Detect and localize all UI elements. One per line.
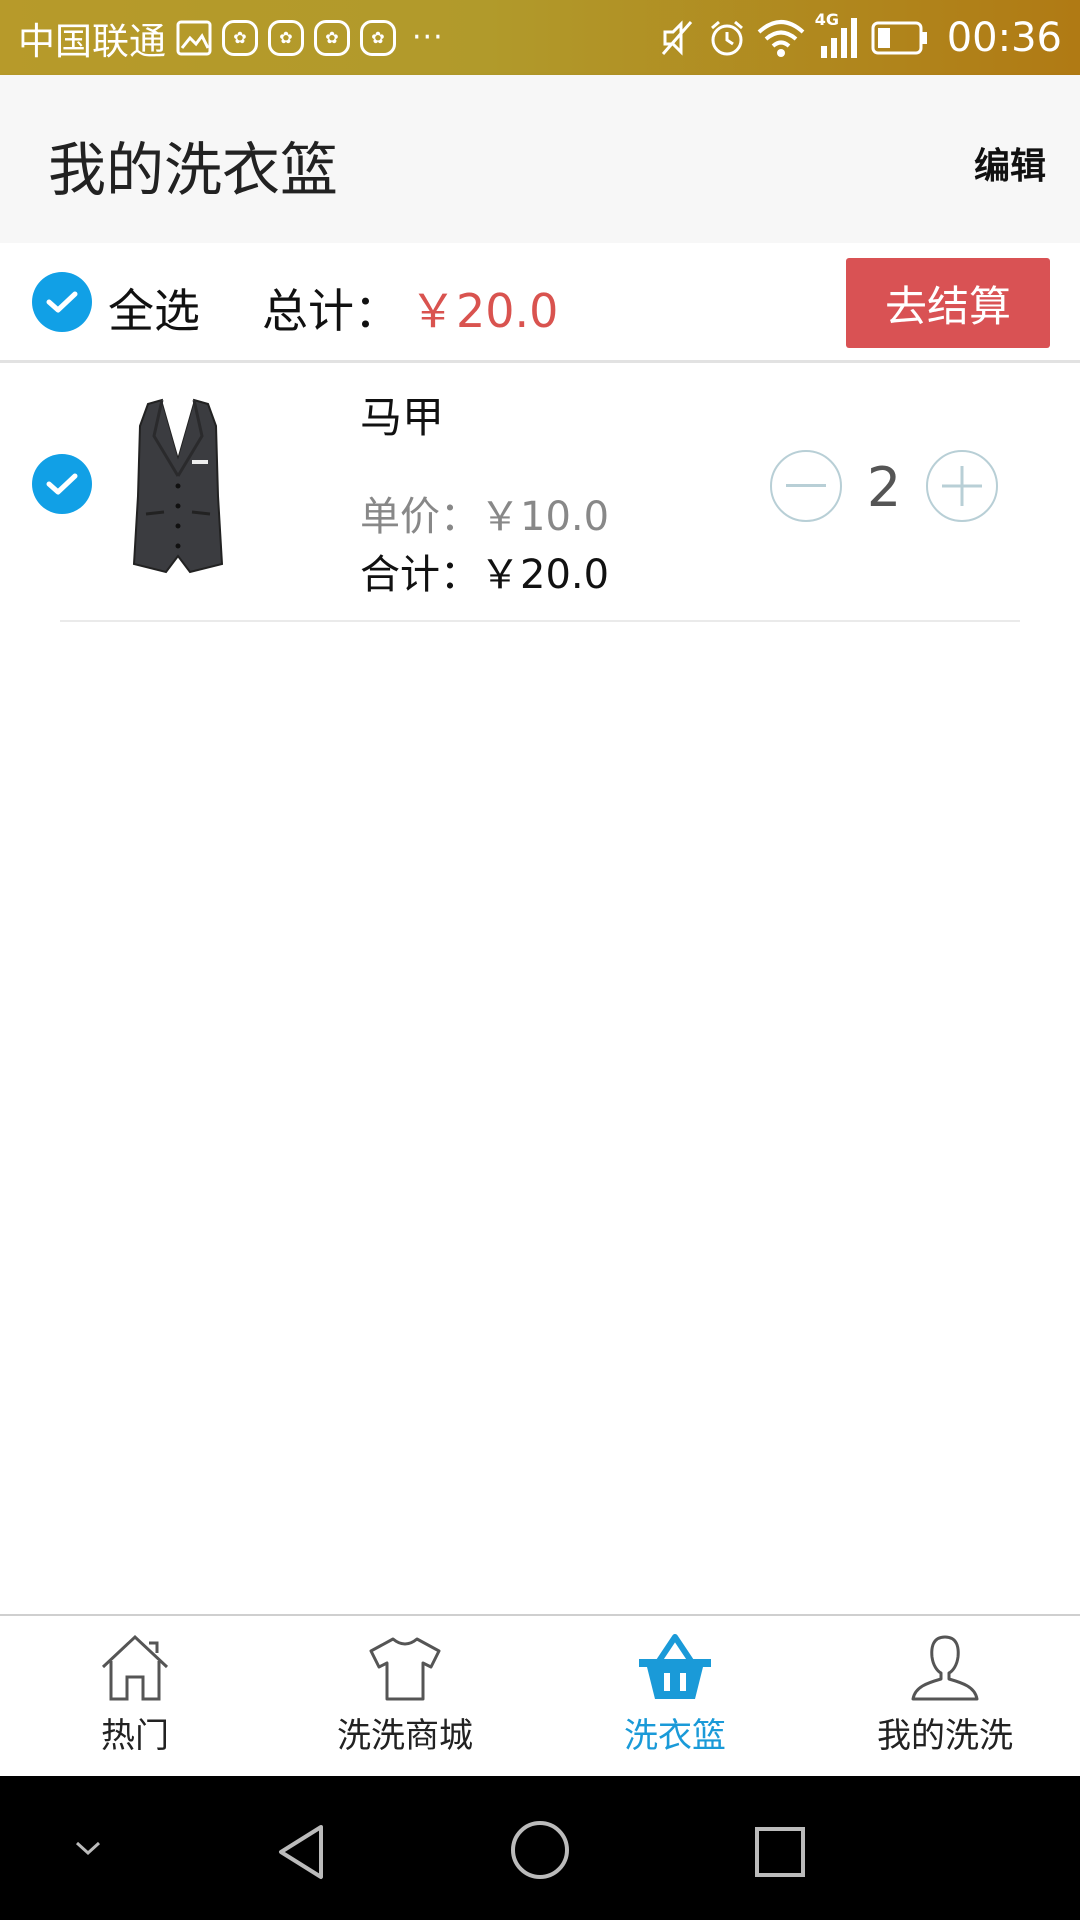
plus-icon	[942, 466, 982, 506]
4g-signal-icon: 4G	[815, 10, 861, 60]
gallery-icon	[176, 20, 212, 56]
total-price: ￥20.0	[410, 284, 559, 338]
alarm-icon	[707, 18, 747, 58]
nav-item-hot[interactable]: 热门	[0, 1616, 270, 1776]
item-checkbox[interactable]	[32, 454, 92, 514]
select-all-label[interactable]: 全选	[108, 275, 200, 341]
vest-image[interactable]	[118, 396, 238, 576]
user-icon	[905, 1632, 985, 1704]
home-circle-icon[interactable]	[508, 1818, 572, 1882]
nav-label: 洗衣篮	[624, 1716, 726, 1756]
status-left: 中国联通 ✿ ✿ ✿ ✿ ···	[18, 11, 444, 65]
basket-icon	[635, 1632, 715, 1704]
quantity-value: 2	[866, 456, 902, 519]
huawei-app-icon: ✿	[314, 19, 350, 56]
nav-item-profile[interactable]: 我的洗洗	[810, 1616, 1080, 1776]
carrier-name: 中国联通	[18, 19, 166, 63]
system-nav-bar	[0, 1776, 1080, 1920]
app-header: 我的洗衣篮 编辑	[0, 75, 1080, 243]
huawei-app-icon: ✿	[222, 19, 258, 56]
cart-summary-bar: 全选 总计： ￥20.0 去结算	[0, 243, 1080, 363]
huawei-app-icon: ✿	[360, 19, 396, 56]
bottom-nav: 热门 洗洗商城 洗衣篮 我的洗洗	[0, 1614, 1080, 1776]
page-title: 我的洗衣篮	[48, 136, 339, 204]
item-name: 马甲	[360, 393, 445, 442]
item-subtotal: 合计：￥20.0	[360, 552, 610, 598]
mute-icon	[657, 18, 697, 58]
home-icon	[95, 1632, 175, 1704]
select-all-checkbox[interactable]	[32, 272, 92, 332]
nav-label: 热门	[101, 1716, 169, 1756]
decrease-quantity-button[interactable]	[770, 450, 842, 522]
item-unit-price: 单价：￥10.0	[360, 494, 610, 540]
network-type-label: 4G	[814, 9, 839, 29]
total-label: 总计：	[262, 284, 400, 338]
status-bar: 中国联通 ✿ ✿ ✿ ✿ ··· 4G 00:36	[0, 0, 1080, 75]
status-time: 00:36	[946, 14, 1062, 61]
checkmark-icon	[46, 473, 78, 495]
checkout-button[interactable]: 去结算	[846, 258, 1050, 348]
status-right: 4G 00:36	[657, 10, 1062, 61]
wifi-icon	[757, 18, 805, 58]
nav-item-shop[interactable]: 洗洗商城	[270, 1616, 540, 1776]
minus-icon	[786, 484, 826, 487]
item-divider	[60, 620, 1020, 622]
nav-item-basket[interactable]: 洗衣篮	[540, 1616, 810, 1776]
recents-icon[interactable]	[748, 1820, 812, 1884]
more-dots-icon: ···	[412, 20, 444, 55]
nav-label: 我的洗洗	[877, 1716, 1013, 1756]
cart-item: 马甲 单价：￥10.0 合计：￥20.0 2	[0, 366, 1080, 622]
battery-icon	[871, 21, 929, 55]
tshirt-icon	[365, 1632, 445, 1704]
nav-label: 洗洗商城	[337, 1716, 473, 1756]
checkmark-icon	[46, 291, 78, 313]
back-icon[interactable]	[270, 1820, 334, 1884]
huawei-app-icon: ✿	[268, 19, 304, 56]
collapse-icon[interactable]	[68, 1828, 108, 1868]
increase-quantity-button[interactable]	[926, 450, 998, 522]
edit-button[interactable]: 编辑	[974, 137, 1046, 189]
